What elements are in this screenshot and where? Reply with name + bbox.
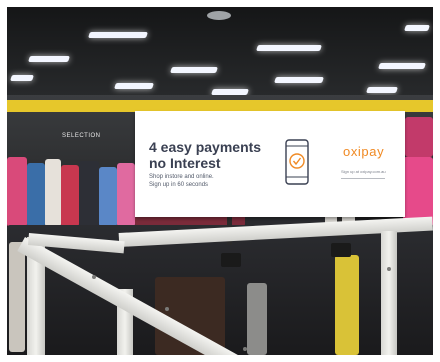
brand-divider <box>341 178 385 179</box>
ceiling-light <box>88 32 148 38</box>
garment <box>405 117 433 157</box>
headline-line-1: 4 easy payments <box>149 139 262 155</box>
ceiling-light <box>274 77 324 83</box>
sign-headline: 4 easy payments no Interest <box>149 139 269 171</box>
sign-subtext: Shop instore and online. Sign up in 60 s… <box>149 173 259 189</box>
garment <box>335 255 359 355</box>
garment <box>7 157 27 227</box>
sub-line-1: Shop instore and online. <box>149 174 214 180</box>
sub-line-2: Sign up in 60 seconds <box>149 182 209 188</box>
garment <box>247 283 267 355</box>
garment <box>117 163 135 227</box>
ceiling-light <box>378 63 426 69</box>
garment <box>99 167 117 227</box>
rack-clamp <box>221 253 241 267</box>
ceiling-light <box>114 83 154 89</box>
store-wall-text: SELECTION <box>62 133 101 139</box>
garment <box>9 242 25 352</box>
rack-clamp <box>331 243 351 257</box>
rack-hole <box>92 275 96 279</box>
ceiling-light <box>256 45 322 51</box>
garment <box>61 165 79 227</box>
photo-frame: SELECTION 4 easy payments no Interest Sh… <box>7 7 433 355</box>
rack-post <box>381 231 397 355</box>
ceiling-light <box>366 87 398 93</box>
ceiling-light <box>10 75 34 81</box>
rack-hole <box>165 307 169 311</box>
ceiling-light <box>404 25 430 31</box>
ceiling <box>7 7 433 107</box>
rack-hole <box>243 347 247 351</box>
garment <box>27 163 45 227</box>
headline-line-2: no Interest <box>149 155 221 171</box>
store-photo: SELECTION 4 easy payments no Interest Sh… <box>0 0 440 362</box>
oxipay-url: Sign up at oxipay.com.au <box>341 169 386 174</box>
garment <box>79 161 99 227</box>
oxipay-sign: 4 easy payments no Interest Shop instore… <box>135 111 405 217</box>
rack-hole <box>387 267 391 271</box>
smoke-detector <box>207 11 231 20</box>
oxipay-logo: oxipay <box>343 144 385 159</box>
garment <box>45 159 61 227</box>
ceiling-light <box>28 56 70 62</box>
phone-check-icon <box>285 139 309 185</box>
ceiling-light <box>170 67 218 73</box>
